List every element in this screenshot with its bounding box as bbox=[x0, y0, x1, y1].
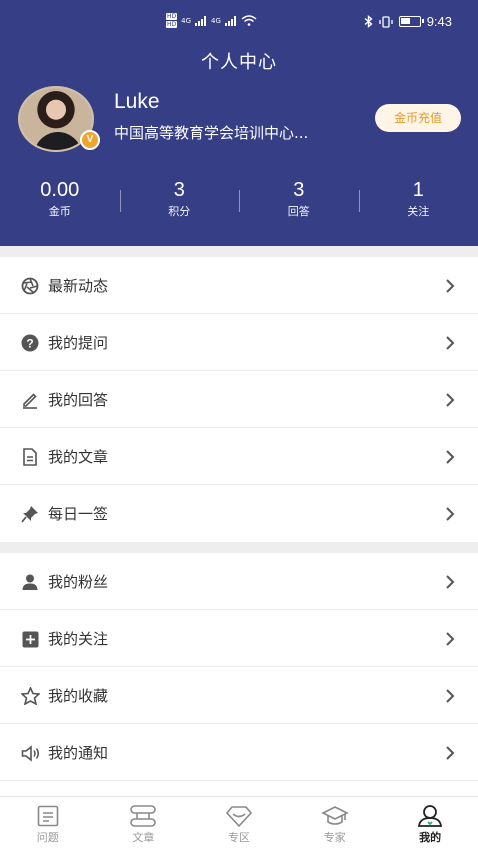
bluetooth-icon bbox=[364, 15, 373, 28]
network-indicators: HD HD 4G 4G bbox=[166, 13, 257, 28]
menu-label: 最新动态 bbox=[48, 276, 109, 295]
chevron-right-icon bbox=[446, 336, 455, 350]
menu-item-my-answers[interactable]: 我的回答 bbox=[0, 371, 478, 428]
battery-icon bbox=[398, 16, 424, 27]
document-icon bbox=[20, 447, 40, 467]
stat-value: 3 bbox=[293, 179, 305, 201]
menu-label: 我的关注 bbox=[48, 629, 109, 648]
chevron-right-icon bbox=[446, 507, 455, 521]
menu-label: 我的文章 bbox=[48, 447, 109, 466]
organization: 中国高等教育学会培训中心... bbox=[114, 124, 309, 142]
wifi-icon bbox=[241, 15, 257, 26]
menu-item-my-favorites[interactable]: 我的收藏 bbox=[0, 667, 478, 724]
stat-points[interactable]: 3 积分 bbox=[119, 176, 240, 226]
graduation-cap-icon bbox=[320, 806, 349, 825]
menu-item-my-notifications[interactable]: 我的通知 bbox=[0, 724, 478, 781]
menu-label: 我的提问 bbox=[48, 333, 109, 352]
tab-label: 问题 bbox=[36, 831, 59, 844]
user-icon bbox=[418, 805, 443, 827]
stats-row: 0.00 金币 3 积分 3 回答 1 关注 bbox=[0, 176, 478, 226]
profile-header: HD HD 4G 4G 9:43 个人中心 V Luke 中国高等教育学会培训中心… bbox=[0, 0, 478, 246]
signal-icon-2 bbox=[224, 15, 236, 26]
menu-label: 每日一签 bbox=[48, 505, 109, 523]
menu-item-my-following[interactable]: 我的关注 bbox=[0, 610, 478, 667]
menu-item-latest[interactable]: 最新动态 bbox=[0, 257, 478, 314]
section-divider bbox=[0, 246, 478, 257]
stat-answers[interactable]: 3 回答 bbox=[239, 176, 359, 226]
chevron-right-icon bbox=[446, 632, 455, 646]
section-divider bbox=[0, 542, 478, 553]
stat-value: 3 bbox=[173, 179, 185, 201]
tab-label: 专区 bbox=[227, 831, 250, 844]
status-bar: HD HD 4G 4G 9:43 bbox=[0, 10, 478, 36]
camera-aperture-icon bbox=[20, 276, 40, 296]
plus-square-icon bbox=[20, 629, 40, 649]
page-title: 个人中心 bbox=[201, 52, 277, 73]
menu-item-my-articles[interactable]: 我的文章 bbox=[0, 428, 478, 485]
pencil-icon bbox=[20, 390, 40, 410]
menu-label: 我的回答 bbox=[48, 390, 109, 409]
question-list-icon bbox=[37, 805, 59, 827]
stat-coins[interactable]: 0.00 金币 bbox=[0, 176, 120, 226]
vibrate-icon bbox=[379, 15, 393, 28]
menu-item-my-questions[interactable]: ? 我的提问 bbox=[0, 314, 478, 371]
verified-badge: V bbox=[80, 130, 100, 150]
chevron-right-icon bbox=[446, 450, 455, 464]
chevron-right-icon bbox=[446, 575, 455, 589]
question-icon: ? bbox=[20, 333, 40, 353]
menu-group-activity: 最新动态 ? 我的提问 我的回答 我的文章 每日一签 bbox=[0, 257, 478, 542]
person-icon bbox=[20, 572, 40, 592]
signal-icon bbox=[195, 15, 207, 26]
chevron-right-icon bbox=[446, 393, 455, 407]
network-type: 4G bbox=[181, 16, 192, 25]
stat-value: 0.00 bbox=[40, 179, 80, 201]
tab-label: 专家 bbox=[323, 831, 346, 844]
pin-icon bbox=[20, 504, 40, 524]
stat-label: 积分 bbox=[168, 205, 191, 218]
tab-mine[interactable]: 我的 bbox=[382, 797, 478, 850]
stat-label: 关注 bbox=[407, 205, 430, 218]
tab-questions[interactable]: 问题 bbox=[0, 797, 96, 850]
menu-item-daily-sign[interactable]: 每日一签 bbox=[0, 485, 478, 542]
svg-text:?: ? bbox=[26, 337, 33, 351]
bottom-tab-bar: 问题 文章 专区 专家 我的 bbox=[0, 796, 478, 850]
chevron-right-icon bbox=[446, 746, 455, 760]
chevron-right-icon bbox=[446, 279, 455, 293]
stat-following[interactable]: 1 关注 bbox=[358, 176, 478, 226]
menu-label: 我的通知 bbox=[48, 743, 109, 762]
stat-label: 回答 bbox=[287, 205, 310, 218]
stat-value: 1 bbox=[412, 179, 424, 201]
menu-group-social: 我的粉丝 我的关注 我的收藏 我的通知 bbox=[0, 553, 478, 781]
star-icon bbox=[20, 686, 40, 706]
recharge-button[interactable]: 金币充值 bbox=[375, 104, 461, 132]
menu-label: 我的粉丝 bbox=[48, 572, 109, 591]
tab-articles[interactable]: 文章 bbox=[96, 797, 192, 850]
tab-zone[interactable]: 专区 bbox=[191, 797, 287, 850]
username: Luke bbox=[114, 90, 160, 113]
menu-label: 我的收藏 bbox=[48, 686, 109, 705]
menu-item-my-fans[interactable]: 我的粉丝 bbox=[0, 553, 478, 610]
diamond-icon bbox=[225, 806, 253, 828]
tab-label: 我的 bbox=[419, 831, 442, 844]
speaker-icon bbox=[20, 743, 40, 763]
stat-label: 金币 bbox=[48, 205, 71, 218]
chevron-right-icon bbox=[446, 689, 455, 703]
article-icon bbox=[130, 805, 157, 827]
tab-label: 文章 bbox=[132, 831, 155, 844]
status-time: 9:43 bbox=[426, 14, 452, 29]
tab-experts[interactable]: 专家 bbox=[287, 797, 383, 850]
